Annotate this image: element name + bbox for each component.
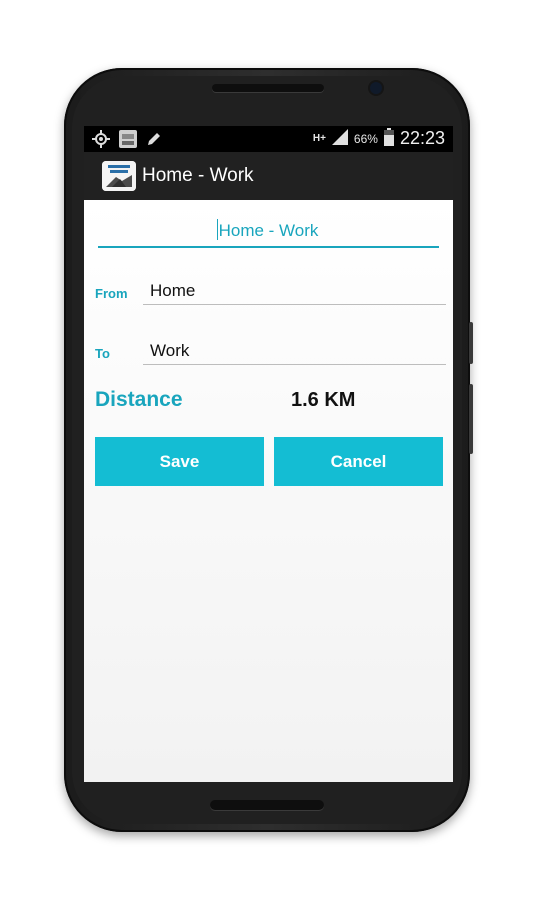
- edit-route-form: From To Distance 1.6 KM Save Cancel: [84, 200, 453, 782]
- route-name-input[interactable]: [98, 216, 439, 248]
- gallery-notification-icon: [118, 129, 138, 154]
- phone-frame: H+ 66% 22:23 Home - Work Home - Work Fro…: [64, 68, 473, 832]
- location-icon: [92, 130, 110, 153]
- status-icons-right: H+ 66% 22:23: [313, 128, 445, 149]
- distance-value: 1.6 KM: [291, 389, 356, 411]
- save-button[interactable]: Save: [95, 437, 264, 486]
- text-cursor: [217, 219, 218, 240]
- top-speaker: [212, 84, 324, 92]
- action-bar-title: Home - Work: [142, 165, 254, 186]
- cancel-button[interactable]: Cancel: [274, 437, 443, 486]
- signal-icon: [331, 129, 348, 148]
- edit-notification-icon: [146, 131, 162, 152]
- battery-percent: 66%: [353, 131, 378, 146]
- battery-icon: [383, 128, 394, 149]
- power-button: [469, 384, 473, 454]
- from-label: From: [95, 286, 128, 301]
- status-icons-left: [92, 129, 162, 154]
- app-logo-icon[interactable]: [102, 161, 136, 191]
- status-clock: 22:23: [399, 128, 445, 148]
- to-label: To: [95, 346, 110, 361]
- front-camera: [370, 82, 382, 94]
- to-input[interactable]: [143, 338, 446, 365]
- volume-button: [469, 322, 473, 364]
- distance-label: Distance: [95, 388, 183, 411]
- action-bar: Home - Work: [84, 152, 453, 200]
- bottom-speaker: [210, 800, 324, 810]
- network-type: H+: [312, 133, 326, 144]
- screen: H+ 66% 22:23 Home - Work Home - Work Fro…: [84, 126, 453, 782]
- from-input[interactable]: [143, 278, 446, 305]
- status-bar: H+ 66% 22:23: [84, 126, 453, 152]
